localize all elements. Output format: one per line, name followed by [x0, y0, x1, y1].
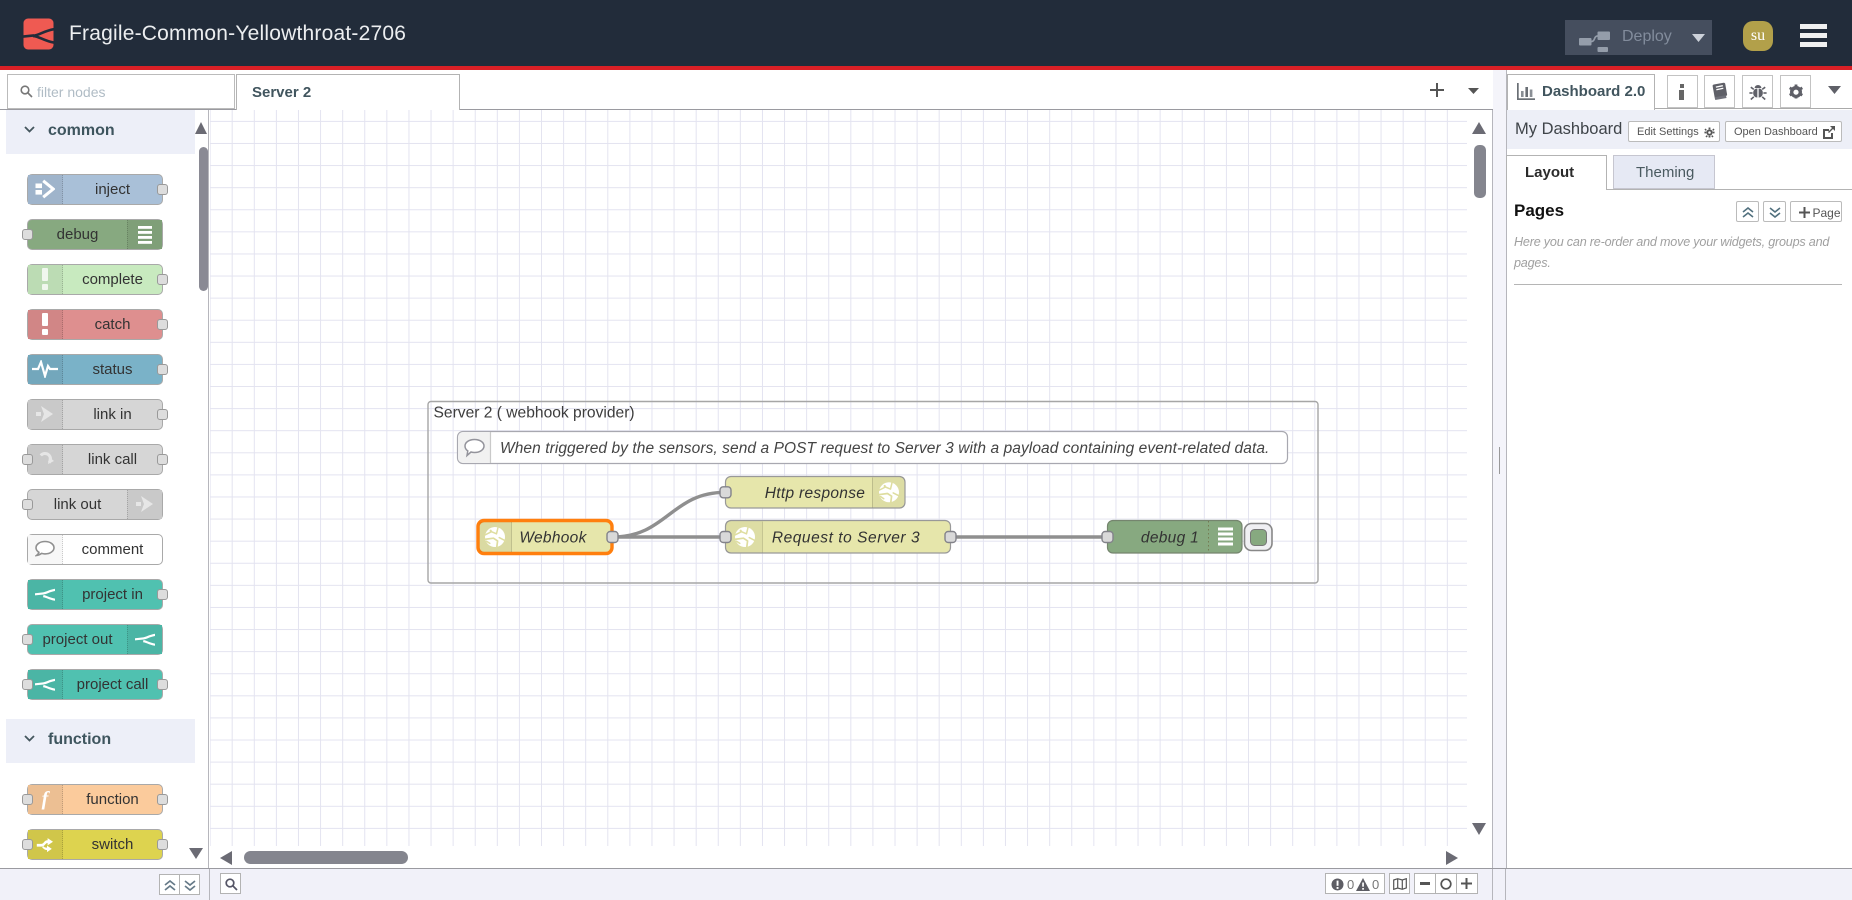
svg-text:Request to Server 3: Request to Server 3 [772, 530, 920, 547]
svg-text:When triggered by the sensors,: When triggered by the sensors, send a PO… [500, 440, 1269, 457]
svg-text:f: f [42, 788, 51, 810]
svg-text:Webhook: Webhook [519, 530, 587, 547]
svg-text:debug 1: debug 1 [1141, 530, 1199, 547]
svg-text:Server 2 ( webhook provider): Server 2 ( webhook provider) [434, 405, 635, 422]
svg-text:Http response: Http response [765, 485, 865, 502]
